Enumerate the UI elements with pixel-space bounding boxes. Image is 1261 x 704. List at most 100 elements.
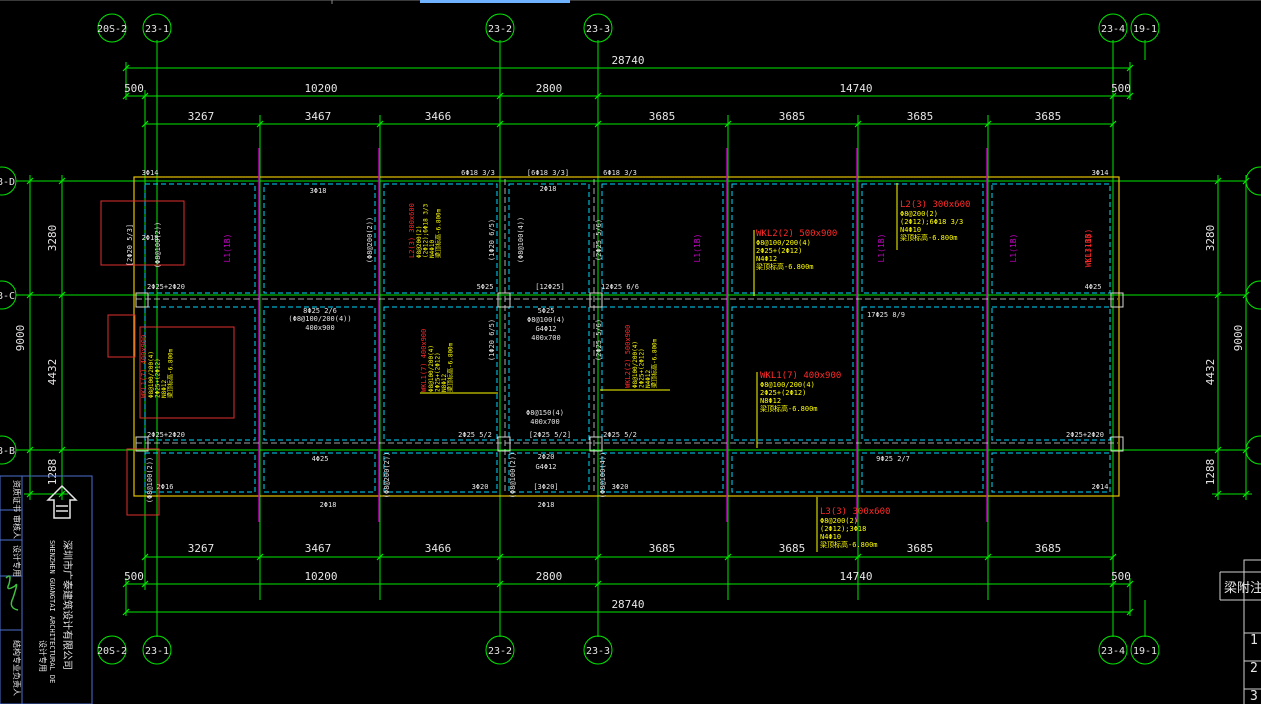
rebar-label: 3Φ20 [472,483,489,491]
grid-axis-label: 23-1 [145,646,169,657]
title-block-field: 设计专用 [38,640,48,672]
beam-annotation-line: N4Φ10 [900,226,921,234]
dim-segment: 10200 [304,82,337,95]
rebar-label: 6Φ18 3/3 [603,169,637,177]
rebar-label: 2Φ25+2Φ20 [147,283,185,291]
dim-right: 4432 [1204,359,1217,386]
rebar-label: (Φ8@100(2)) [146,457,154,503]
rebar-label: [3Φ20] [533,483,558,491]
beam-annotation: WKL2(2) 500x900Φ8@100/200(4)2Φ25+(2Φ12)N… [756,229,837,271]
beam-annotation-line: 梁顶标高-6.800m [900,233,958,242]
table-row-number: 3 [1250,689,1258,704]
rebar-label: (Φ8@100(2)) [154,222,162,268]
beam-annotation: L2(3) 300x600Φ8@200(2)(2Φ12);6Φ18 3/3N4Φ… [408,203,443,258]
rebar-label: 17Φ25 8/9 [867,311,905,319]
dim-bay: 3466 [425,110,452,123]
grid-axis-label: 19-1 [1133,646,1157,657]
rebar-label: G4Φ12 [535,325,556,333]
beam-tag: L1(1B) [877,234,886,263]
beam-annotation-line: N4Φ12 [756,255,777,263]
rebar-label: 2Φ25 5/2 [458,431,492,439]
dim-segment: 14740 [839,570,872,583]
grid-axis-label: 8-B [0,446,15,457]
rebar-label: 3Φ14 [1092,169,1109,177]
slab-panel [731,452,854,493]
grid-axis-label: 23-3 [586,646,610,657]
rebar-label: 3Φ18 [310,187,327,195]
dim-bay: 3685 [649,542,676,555]
company-logo-icon [56,505,68,512]
dim-segment: 14740 [839,82,872,95]
beam-annotation-line: 梁顶标高-6.800m [435,208,443,258]
dim-segment: 500 [124,570,144,583]
title-block-field: 结构专业负责人 [12,640,22,696]
slab-panel [861,306,984,441]
rebar-label: (Φ8@100/200(4)) [288,315,351,323]
beam-tag: WKL3(1B) [1084,229,1093,268]
table-row-number: 1 [1250,633,1258,648]
rebar-label: (Φ8@100(4)) [599,452,607,498]
beam-annotation-line: N8Φ12 [760,397,781,405]
dim-bay: 3466 [425,542,452,555]
dim-segment: 500 [1111,570,1131,583]
rebar-label: [12Φ25] [535,283,565,291]
dim-bay: 3267 [188,110,215,123]
rebar-label: 2Φ25+2Φ20 [1066,431,1104,439]
grid-axis-label: 19-1 [1133,24,1157,35]
dim-left: 9000 [14,325,27,352]
dim-right: 3280 [1204,225,1217,252]
column [589,436,603,452]
grid-axis-label: 20S-2 [97,646,127,657]
grid-axis-label: 23-2 [488,24,512,35]
beam-annotations: WKL2(2) 500x900Φ8@100/200(4)2Φ25+(2Φ12)N… [140,183,970,552]
grid-bubble [1245,280,1261,310]
dim-segment: 500 [1111,82,1131,95]
beam-tag: L1(1B) [1009,234,1018,263]
beam-annotation-title: L2(3) 300x600 [408,203,416,258]
dim-bay: 3685 [907,110,934,123]
dim-bay: 3685 [779,542,806,555]
rebar-label: 4Φ25 [1085,283,1102,291]
table-row-number: 2 [1250,661,1258,676]
rebar-label: 4Φ25 [312,455,329,463]
rebar-label: G4Φ12 [535,463,556,471]
beam-annotation-line: N4Φ10 [820,533,841,541]
rebar-label: (1Φ20 6/5) [488,319,496,361]
grid-bubble [1245,435,1261,465]
dim-segment: 10200 [304,570,337,583]
dim-right: 1288 [1204,459,1217,486]
title-block-field: 设计专用 [12,545,22,577]
rebar-label: 400x700 [531,334,561,342]
beam-annotation-line: Φ8@100/200(4) [756,239,811,247]
dim-left: 3280 [46,225,59,252]
rebar-label: [2Φ20 5/3] [126,224,134,266]
rebar-label: 5Φ25 [477,283,494,291]
slab-panel [263,183,376,294]
rebar-label: 2Φ18 [538,501,555,509]
beam-annotation-line: 梁顶标高-6.800m [760,404,818,413]
dim-overall: 28740 [611,54,644,67]
beam-annotation-title: L3(3) 300x600 [820,507,890,517]
slab-panel [601,183,724,294]
grid-axis-label: 20S-2 [97,24,127,35]
dim-segment: 2800 [536,82,563,95]
beam-annotation-title: WKL2(2) 500x900 [756,229,837,239]
beam-annotation-title: WKL1(7) 400x900 [420,329,428,392]
beam-annotation-line: (2Φ12);3Φ18 [820,525,866,533]
cad-drawing: 20S-220S-223-123-123-223-223-323-323-423… [0,0,1261,704]
rebar-label: 2Φ20 [538,453,555,461]
signature-icon [5,575,19,611]
rebar-label: (1Φ20 6/5) [488,219,496,261]
dim-overall: 28740 [611,598,644,611]
dim-bay: 3685 [1035,542,1062,555]
rebar-label: 12Φ25 6/6 [601,283,639,291]
rebar-label: (Φ8@200(2)) [383,452,391,498]
beam-annotation: L3(3) 300x600Φ8@200(2)(2Φ12);3Φ18N4Φ10梁顶… [820,507,890,549]
grid-bubble [1245,166,1261,196]
rebar-label: 400x700 [530,418,560,426]
beam-annotation-line: Φ8@100/200(4) [760,381,815,389]
grid-axis-label: 23-2 [488,646,512,657]
beam-notes-table: 梁附注 1 2 3 [1219,559,1261,704]
rebar-label: (2Φ25 5/6) [595,219,603,261]
beam-annotation: L2(3) 300x600Φ8@200(2)(2Φ12);6Φ18 3/3N4Φ… [900,200,970,242]
